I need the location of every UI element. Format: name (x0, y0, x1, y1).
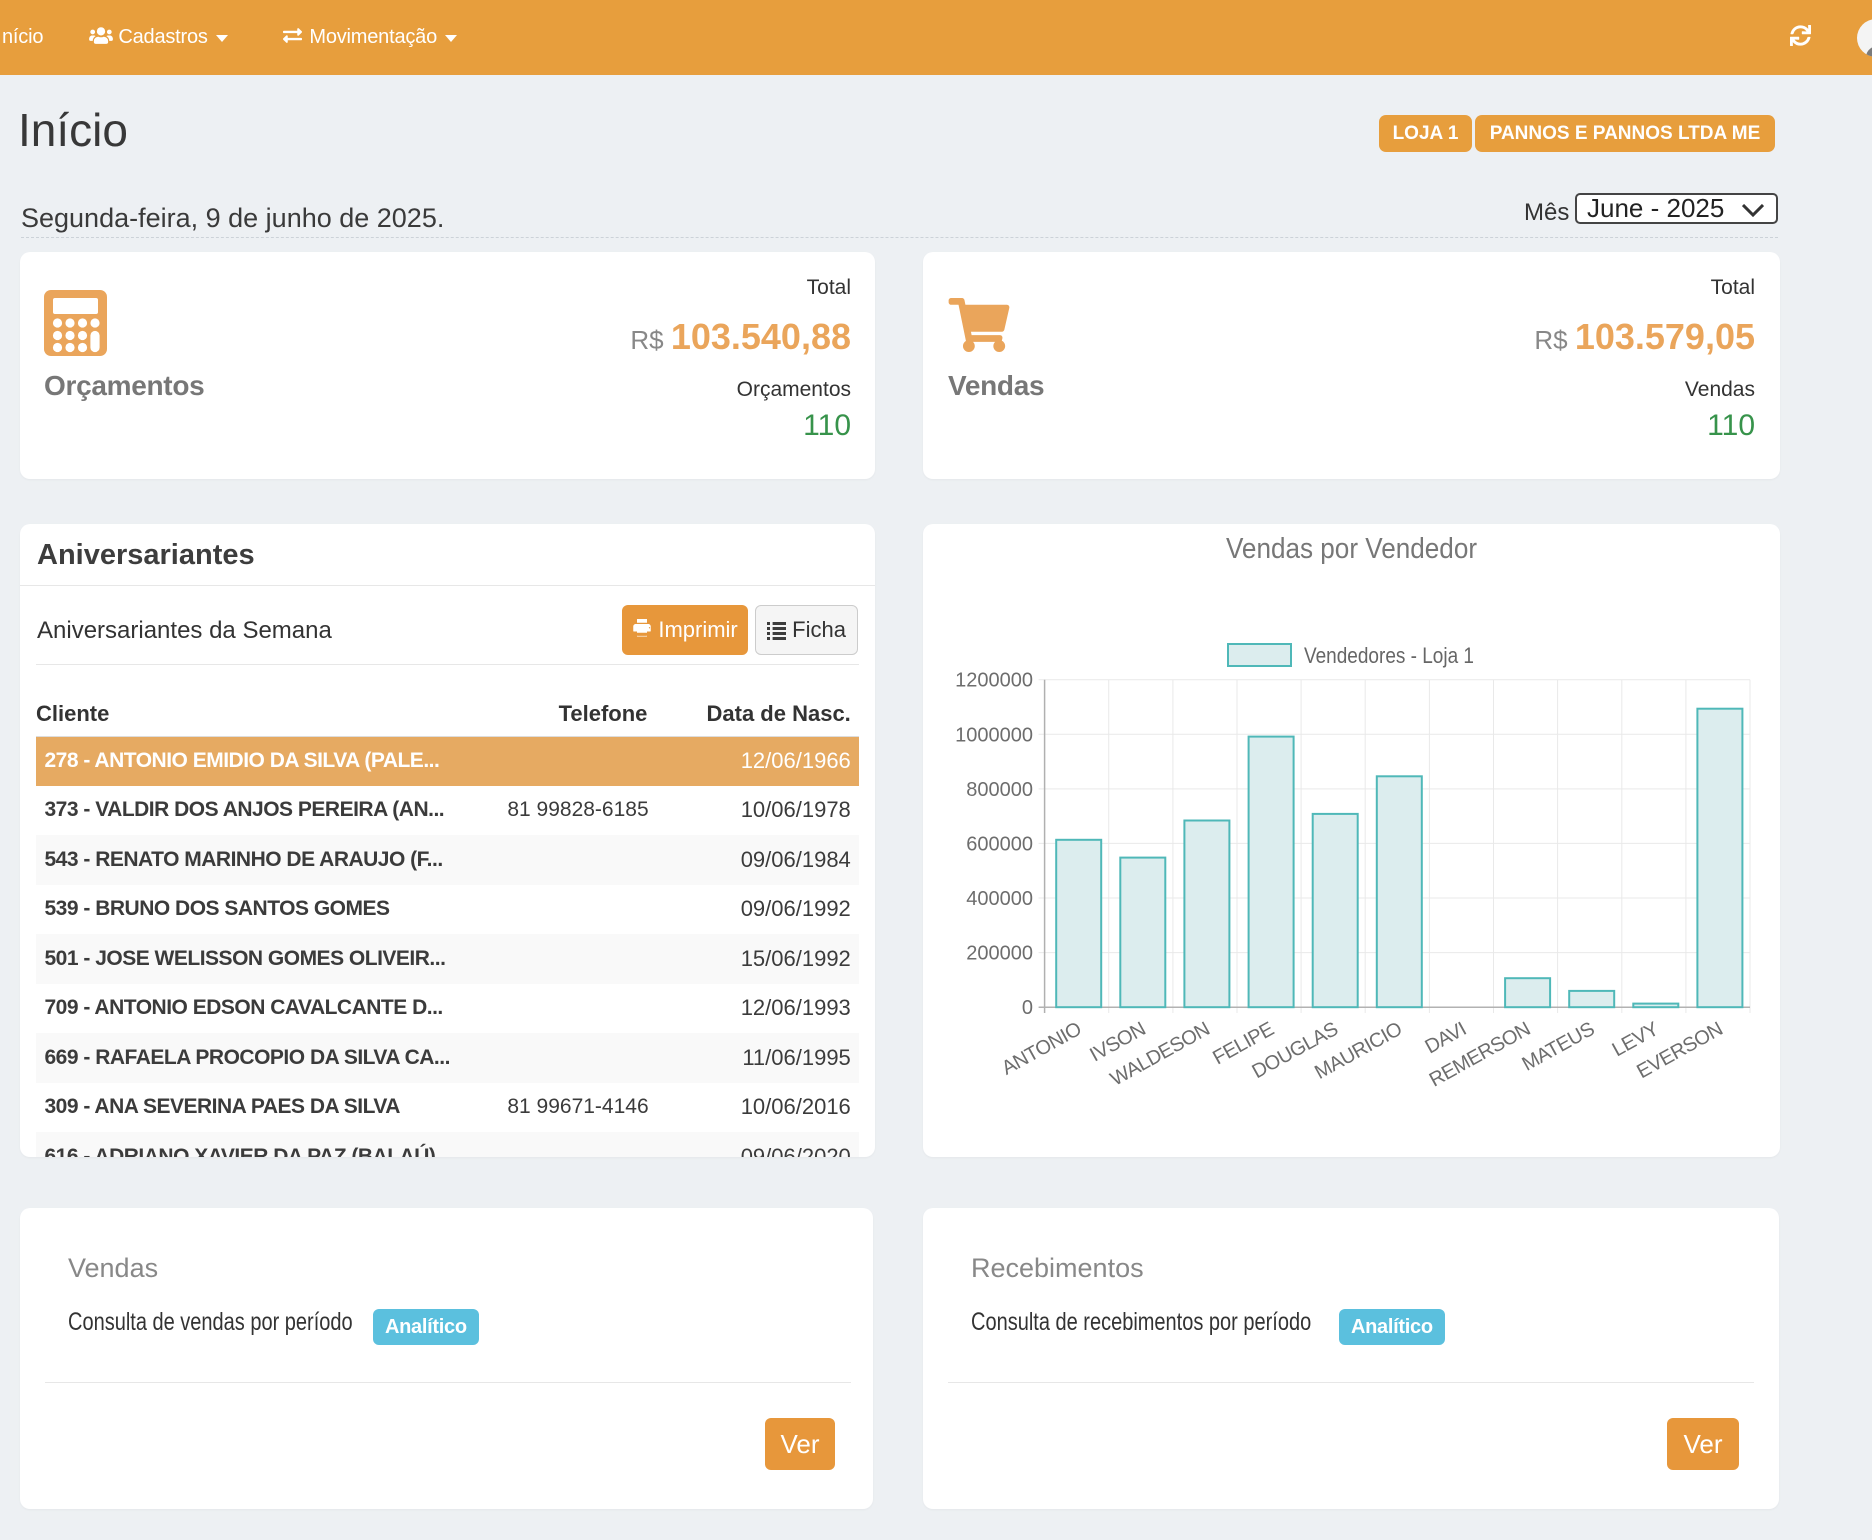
svg-text:0: 0 (1022, 997, 1033, 1019)
svg-text:800000: 800000 (966, 779, 1033, 801)
svg-text:MATEUS: MATEUS (1518, 1018, 1598, 1076)
svg-text:600000: 600000 (966, 833, 1033, 855)
svg-text:Vendedores - Loja 1: Vendedores - Loja 1 (1304, 643, 1474, 668)
svg-text:200000: 200000 (966, 943, 1033, 965)
svg-text:1200000: 1200000 (955, 670, 1033, 692)
svg-text:ANTONIO: ANTONIO (998, 1018, 1085, 1080)
svg-text:1000000: 1000000 (955, 724, 1033, 746)
svg-text:400000: 400000 (966, 888, 1033, 910)
